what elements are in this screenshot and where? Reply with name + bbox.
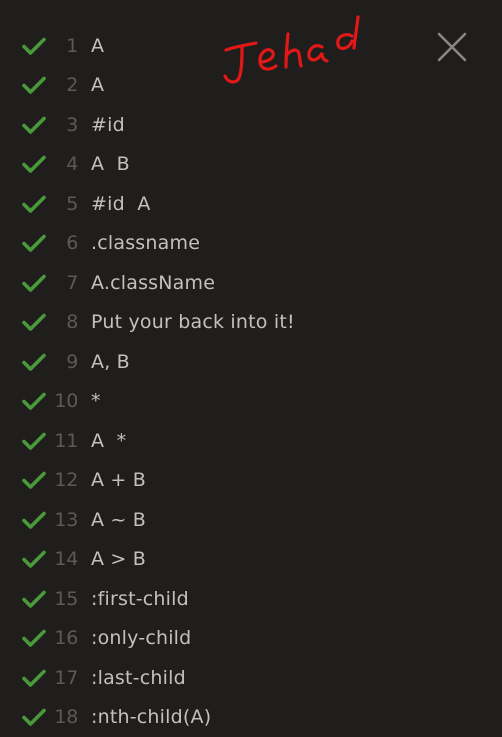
check-icon — [22, 274, 46, 292]
level-selector: Put your back into it! — [91, 311, 295, 334]
check-icon — [22, 471, 46, 490]
level-item[interactable]: 15 :first-child — [0, 579, 420, 619]
level-item[interactable]: 12 A + B — [0, 461, 420, 501]
level-number: 17 — [54, 666, 78, 689]
check-icon — [22, 234, 46, 253]
level-number: 16 — [54, 627, 78, 650]
level-selector: #id — [91, 113, 125, 136]
check-icon — [22, 550, 46, 569]
level-selector: .classname — [91, 232, 201, 255]
level-selector: A > B — [91, 548, 147, 571]
level-item[interactable]: 17 :last-child — [0, 658, 420, 698]
level-item[interactable]: 2 A — [0, 66, 420, 106]
level-selector: #id A — [91, 192, 151, 215]
check-icon — [22, 511, 46, 529]
check-icon — [22, 37, 46, 55]
level-number: 9 — [66, 350, 78, 373]
check-icon — [22, 353, 46, 371]
level-item[interactable]: 7 A.className — [0, 263, 420, 303]
level-selector: A * — [91, 429, 127, 452]
level-number: 1 — [66, 34, 78, 57]
level-menu-panel: 1 A 2 A 3 #id 4 A B 5 #id A 6 .classname — [0, 0, 502, 737]
level-number: 10 — [54, 390, 78, 413]
level-selector: A — [91, 34, 105, 57]
level-number: 8 — [66, 311, 78, 334]
level-number: 2 — [66, 74, 78, 97]
level-selector: A — [91, 74, 105, 97]
level-number: 15 — [54, 587, 78, 610]
check-icon — [22, 76, 46, 95]
level-selector: * — [91, 390, 101, 413]
level-number: 12 — [54, 469, 78, 492]
level-item[interactable]: 11 A * — [0, 421, 420, 461]
level-list: 1 A 2 A 3 #id 4 A B 5 #id A 6 .classname — [0, 26, 420, 737]
level-selector: :nth-child(A) — [91, 706, 212, 729]
level-selector: A.className — [91, 271, 216, 294]
level-number: 14 — [54, 548, 78, 571]
level-number: 3 — [66, 113, 78, 136]
level-item[interactable]: 5 #id A — [0, 184, 420, 224]
check-icon — [22, 590, 46, 608]
level-item[interactable]: 13 A ~ B — [0, 500, 420, 540]
level-item[interactable]: 16 :only-child — [0, 619, 420, 659]
level-selector: :last-child — [91, 666, 186, 689]
level-selector: A, B — [91, 350, 130, 373]
level-item[interactable]: 6 .classname — [0, 224, 420, 264]
check-icon — [22, 669, 46, 687]
level-item[interactable]: 3 #id — [0, 105, 420, 145]
level-number: 7 — [66, 271, 78, 294]
level-number: 6 — [66, 232, 78, 255]
level-number: 4 — [66, 153, 78, 176]
check-icon — [22, 708, 46, 727]
level-item[interactable]: 9 A, B — [0, 342, 420, 382]
check-icon — [22, 195, 46, 213]
check-icon — [22, 392, 46, 411]
level-selector: A ~ B — [91, 508, 147, 531]
level-item[interactable]: 18 :nth-child(A) — [0, 698, 420, 737]
check-icon — [22, 116, 46, 134]
level-number: 18 — [54, 706, 78, 729]
level-selector: :only-child — [91, 627, 192, 650]
check-icon — [22, 629, 46, 648]
level-item[interactable]: 8 Put your back into it! — [0, 303, 420, 343]
close-icon[interactable] — [436, 31, 468, 63]
level-selector: :first-child — [91, 587, 189, 610]
level-item[interactable]: 14 A > B — [0, 540, 420, 580]
level-item[interactable]: 10 * — [0, 382, 420, 422]
level-item[interactable]: 1 A — [0, 26, 420, 66]
check-icon — [22, 155, 46, 174]
level-number: 13 — [54, 508, 78, 531]
level-selector: A B — [91, 153, 130, 176]
check-icon — [22, 432, 46, 450]
level-number: 5 — [66, 192, 78, 215]
level-number: 11 — [54, 429, 78, 452]
level-selector: A + B — [91, 469, 147, 492]
check-icon — [22, 313, 46, 332]
level-item[interactable]: 4 A B — [0, 145, 420, 185]
